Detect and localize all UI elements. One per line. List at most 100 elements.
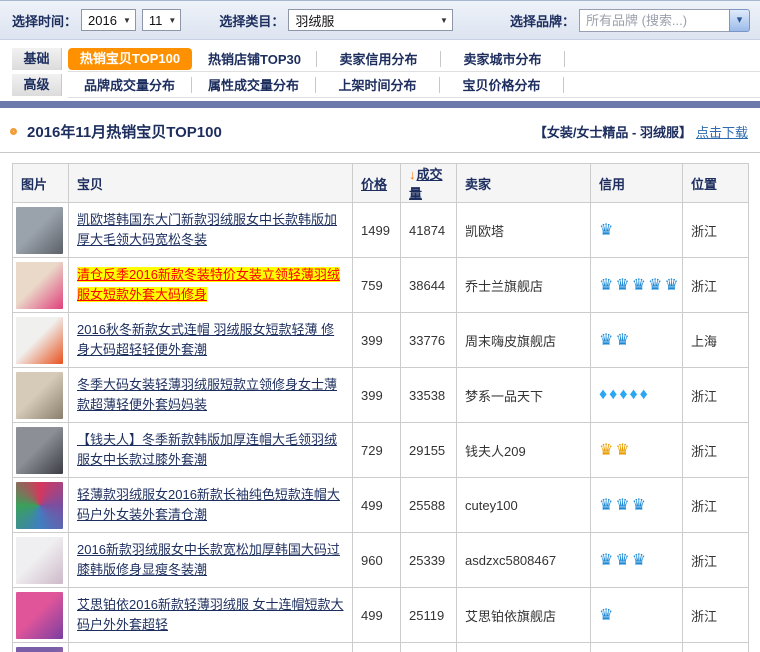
table-header-row: 图片宝贝价格↓成交量卖家信用位置 bbox=[13, 164, 749, 203]
section-header: 2016年11月热销宝贝TOP100 【女装/女士精品 - 羽绒服】 点击下载 bbox=[0, 108, 760, 153]
column-header-5: 信用 bbox=[591, 164, 683, 203]
product-title-link[interactable]: 清仓反季2016新款冬装特价女装立领轻薄羽绒服女短款外套大码修身 bbox=[77, 267, 340, 302]
tab-advanced-0[interactable]: 品牌成交量分布 bbox=[68, 77, 192, 93]
tab-basic-2[interactable]: 卖家信用分布 bbox=[317, 51, 441, 67]
product-thumbnail[interactable] bbox=[16, 592, 63, 639]
filter-bar: 选择时间： 2016 ▼ 11 ▼ 选择类目： 羽绒服 ▼ 选择品牌： ▾ bbox=[0, 0, 760, 40]
credit-cell: ♛♛ bbox=[591, 423, 683, 478]
volume-cell: 33776 bbox=[401, 313, 457, 368]
month-select-value: 11 bbox=[149, 13, 163, 28]
table-row: 艾思铂依2016新款轻薄羽绒服 女士连帽短款大码户外外套超轻49925119艾思… bbox=[13, 588, 749, 643]
select-arrow-icon: ▼ bbox=[168, 16, 176, 25]
bullet-icon bbox=[10, 128, 17, 135]
credit-cell: ♛ bbox=[591, 588, 683, 643]
download-link[interactable]: 点击下载 bbox=[696, 122, 748, 141]
volume-cell: 33538 bbox=[401, 368, 457, 423]
title-cell: 【钱夫人】冬季新款韩版加厚连帽大毛领羽绒服女中长款过膝外套潮 bbox=[69, 423, 353, 478]
product-thumbnail[interactable] bbox=[16, 537, 63, 584]
product-title-link[interactable]: 2016秋冬新款女式连帽 羽绒服女短款轻薄 修身大码超轻轻便外套潮 bbox=[77, 322, 334, 357]
sort-desc-icon: ↓ bbox=[409, 167, 416, 182]
price-cell: 399 bbox=[353, 313, 401, 368]
location-cell: 浙江 bbox=[683, 368, 749, 423]
price-cell: 729 bbox=[353, 423, 401, 478]
product-title-link[interactable]: 凯欧塔韩国东大门新款羽绒服女中长款韩版加厚大毛领大码宽松冬装 bbox=[77, 212, 337, 247]
blue-crown-icon: ♛♛ bbox=[599, 332, 632, 349]
price-cell: 759 bbox=[353, 258, 401, 313]
year-select-value: 2016 bbox=[88, 13, 117, 28]
product-thumbnail[interactable] bbox=[16, 207, 63, 254]
price-cell: 1499 bbox=[353, 203, 401, 258]
product-title-link[interactable]: 轻薄款羽绒服女2016新款长袖纯色短款连帽大码户外女装外套清仓潮 bbox=[77, 487, 340, 522]
column-header-6: 位置 bbox=[683, 164, 749, 203]
blue-diamond-icon: ♦♦♦♦♦ bbox=[599, 386, 650, 403]
tab-advanced-2[interactable]: 上架时间分布 bbox=[316, 77, 440, 93]
product-title-link[interactable]: 2016新款羽绒服女中长款宽松加厚韩国大码过膝韩版修身显瘦冬装潮 bbox=[77, 542, 340, 577]
seller-cell: cutey100 bbox=[457, 478, 591, 533]
location-cell: 浙江 bbox=[683, 588, 749, 643]
credit-cell: ♛ bbox=[591, 203, 683, 258]
blue-crown-icon: ♛♛♛ bbox=[599, 497, 648, 514]
volume-cell: 25119 bbox=[401, 588, 457, 643]
seller-cell: 凯欧塔 bbox=[457, 203, 591, 258]
product-title-link[interactable]: 冬季大码女装轻薄羽绒服短款立领修身女士薄款超薄轻便外套妈妈装 bbox=[77, 377, 337, 412]
title-cell: 轻薄款羽绒服女2016新款长袖纯色短款连帽大码户外女装外套清仓潮 bbox=[69, 478, 353, 533]
tab-basic-1[interactable]: 热销店铺TOP30 bbox=[193, 51, 317, 67]
product-thumbnail[interactable] bbox=[16, 262, 63, 309]
basic-tab-row: 基础 热销宝贝TOP100热销店铺TOP30卖家信用分布卖家城市分布 bbox=[12, 46, 760, 72]
title-cell: 苒田2016新款韩版修身轻薄反季清仓羽绒服女短款连 bbox=[69, 643, 353, 652]
seller-cell: 乔士兰旗舰店 bbox=[457, 258, 591, 313]
price-cell: 499 bbox=[353, 478, 401, 533]
tab-advanced-1[interactable]: 属性成交量分布 bbox=[192, 77, 316, 93]
tab-advanced-3[interactable]: 宝贝价格分布 bbox=[440, 77, 564, 93]
product-thumbnail[interactable] bbox=[16, 427, 63, 474]
volume-cell: 29155 bbox=[401, 423, 457, 478]
page-title: 2016年11月热销宝贝TOP100 bbox=[27, 121, 534, 142]
brand-dropdown-button[interactable]: ▾ bbox=[729, 9, 750, 32]
sort-link-2[interactable]: 价格 bbox=[361, 177, 387, 192]
product-thumbnail[interactable] bbox=[16, 372, 63, 419]
month-select[interactable]: 11 ▼ bbox=[142, 9, 181, 31]
tab-group-advanced[interactable]: 高级 bbox=[12, 74, 62, 96]
category-select[interactable]: 羽绒服 ▼ bbox=[288, 9, 453, 31]
table-row: 清仓反季2016新款冬装特价女装立领轻薄羽绒服女短款外套大码修身75938644… bbox=[13, 258, 749, 313]
credit-cell: ♛♛♛ bbox=[591, 478, 683, 533]
column-header-3: ↓成交量 bbox=[401, 164, 457, 203]
section-divider-bar bbox=[0, 101, 760, 108]
location-cell bbox=[683, 643, 749, 652]
thumbnail-cell bbox=[13, 478, 69, 533]
tab-basic-0[interactable]: 热销宝贝TOP100 bbox=[68, 48, 192, 70]
title-cell: 凯欧塔韩国东大门新款羽绒服女中长款韩版加厚大毛领大码宽松冬装 bbox=[69, 203, 353, 258]
time-filter-label: 选择时间： bbox=[12, 11, 77, 30]
credit-cell: ♛♛ bbox=[591, 643, 683, 652]
tab-basic-3[interactable]: 卖家城市分布 bbox=[441, 51, 565, 67]
location-cell: 浙江 bbox=[683, 533, 749, 588]
title-cell: 2016秋冬新款女式连帽 羽绒服女短款轻薄 修身大码超轻轻便外套潮 bbox=[69, 313, 353, 368]
column-header-0: 图片 bbox=[13, 164, 69, 203]
seller-cell bbox=[457, 643, 591, 652]
price-cell: 499 bbox=[353, 588, 401, 643]
seller-cell: 周末嗨皮旗舰店 bbox=[457, 313, 591, 368]
thumbnail-cell bbox=[13, 313, 69, 368]
year-select[interactable]: 2016 ▼ bbox=[81, 9, 136, 31]
volume-cell: 25588 bbox=[401, 478, 457, 533]
product-thumbnail[interactable] bbox=[16, 482, 63, 529]
column-header-1: 宝贝 bbox=[69, 164, 353, 203]
product-thumbnail[interactable] bbox=[16, 647, 63, 652]
table-row: 轻薄款羽绒服女2016新款长袖纯色短款连帽大码户外女装外套清仓潮 49925588… bbox=[13, 478, 749, 533]
title-cell: 清仓反季2016新款冬装特价女装立领轻薄羽绒服女短款外套大码修身 bbox=[69, 258, 353, 313]
volume-cell: 25339 bbox=[401, 533, 457, 588]
category-breadcrumb: 【女装/女士精品 - 羽绒服】 bbox=[534, 122, 692, 141]
tab-navigation: 基础 热销宝贝TOP100热销店铺TOP30卖家信用分布卖家城市分布 高级 品牌… bbox=[0, 40, 760, 98]
title-cell: 2016新款羽绒服女中长款宽松加厚韩国大码过膝韩版修身显瘦冬装潮 bbox=[69, 533, 353, 588]
thumbnail-cell bbox=[13, 588, 69, 643]
tab-group-basic[interactable]: 基础 bbox=[12, 48, 62, 70]
product-title-link[interactable]: 艾思铂依2016新款轻薄羽绒服 女士连帽短款大码户外外套超轻 bbox=[77, 597, 344, 632]
location-cell: 浙江 bbox=[683, 203, 749, 258]
select-arrow-icon: ▼ bbox=[440, 16, 448, 25]
price-cell: 960 bbox=[353, 533, 401, 588]
column-header-2: 价格 bbox=[353, 164, 401, 203]
product-thumbnail[interactable] bbox=[16, 317, 63, 364]
product-title-link[interactable]: 【钱夫人】冬季新款韩版加厚连帽大毛领羽绒服女中长款过膝外套潮 bbox=[77, 432, 337, 467]
credit-cell: ♛♛♛♛♛ bbox=[591, 258, 683, 313]
brand-search-input[interactable] bbox=[579, 9, 729, 32]
